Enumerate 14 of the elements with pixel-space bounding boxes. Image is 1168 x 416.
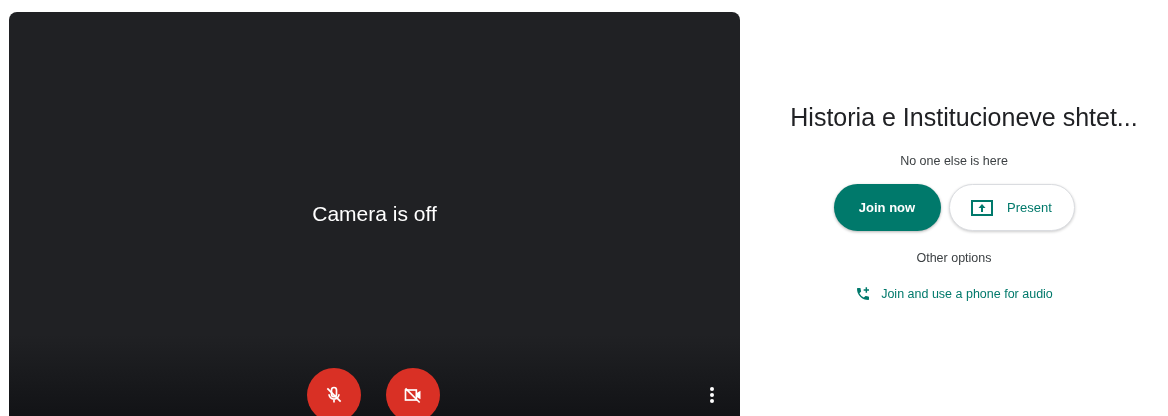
camera-off-icon (403, 385, 423, 405)
join-now-button[interactable]: Join now (833, 184, 941, 231)
participants-status: No one else is here (900, 154, 1008, 168)
microphone-toggle-button[interactable] (307, 368, 361, 416)
phone-add-icon (855, 286, 872, 302)
present-screen-icon (971, 199, 994, 216)
other-options-label: Other options (916, 251, 992, 265)
camera-status-text: Camera is off (312, 202, 437, 226)
present-button[interactable]: Present (948, 184, 1075, 231)
camera-toggle-button[interactable] (386, 368, 440, 416)
phone-audio-link[interactable]: Join and use a phone for audio (855, 286, 1053, 302)
meeting-title: Historia e Institucioneve shtet... (790, 103, 1138, 132)
more-options-icon[interactable] (709, 386, 715, 404)
muted-microphone-icon (324, 385, 344, 405)
